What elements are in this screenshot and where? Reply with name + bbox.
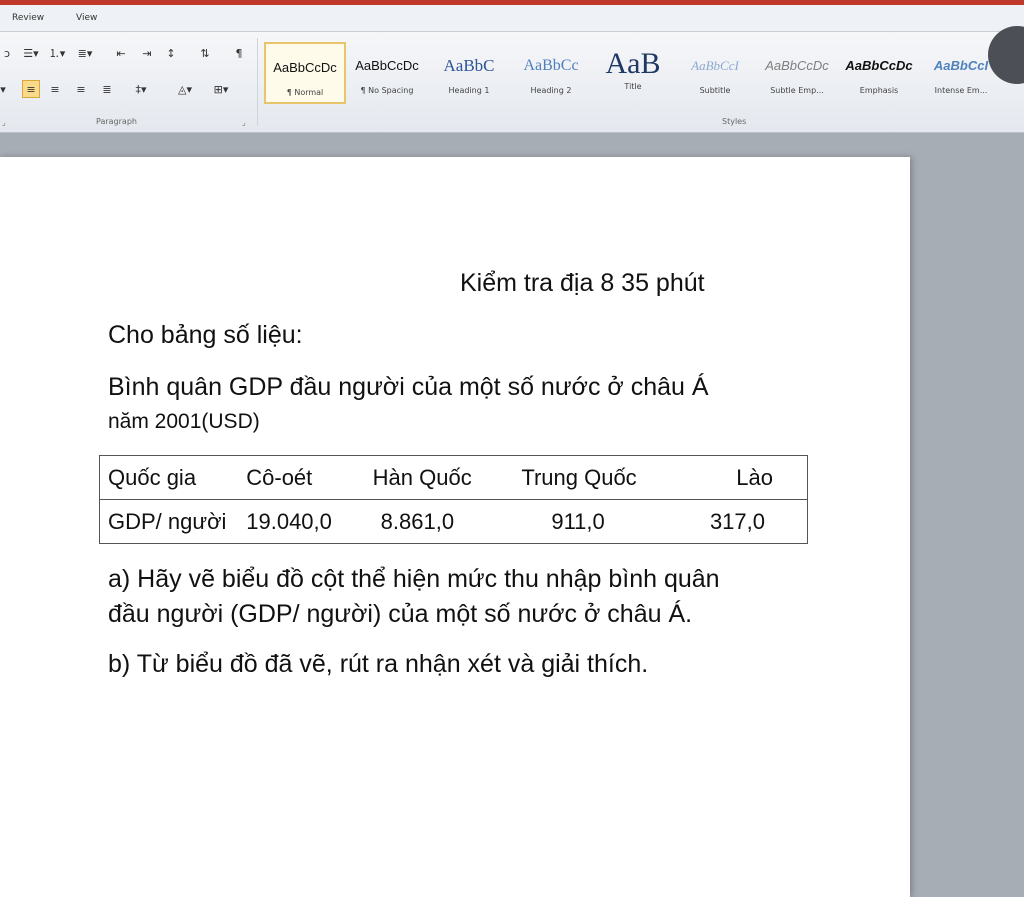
- style-emphasis[interactable]: AaBbCcDc Emphasis: [838, 42, 920, 104]
- table-cell: Trung Quốc: [521, 455, 710, 500]
- shading-icon[interactable]: ◬▾: [176, 80, 194, 98]
- show-marks-icon[interactable]: ¶: [230, 44, 248, 62]
- table-header-row: Quốc gia Cô-oét Hàn Quốc Trung Quốc Lào: [99, 455, 808, 500]
- styles-group-label: Styles: [722, 117, 747, 126]
- style-heading-1[interactable]: AaBbC Heading 1: [428, 42, 510, 104]
- style-normal[interactable]: AaBbCcDc ¶ Normal: [264, 42, 346, 104]
- justify-icon[interactable]: ≣: [98, 80, 116, 98]
- table-cell: Lào: [709, 455, 808, 500]
- question-a-line1: a) Hãy vẽ biểu đồ cột thể hiện mức thu n…: [108, 565, 720, 593]
- tab-view[interactable]: View: [76, 13, 97, 23]
- document-heading: Kiểm tra địa 8 35 phút: [460, 269, 705, 297]
- style-subtle-emphasis[interactable]: AaBbCcDc Subtle Emp...: [756, 42, 838, 104]
- table-cell: 8.861,0: [372, 499, 522, 544]
- table-cell: 19.040,0: [246, 499, 373, 544]
- dropdown-icon[interactable]: ▾: [0, 80, 12, 98]
- group-divider: [257, 38, 258, 126]
- question-a-line2: đầu người (GDP/ người) của một số nước ở…: [108, 600, 693, 628]
- decrease-indent-icon[interactable]: ⇤: [112, 44, 130, 62]
- table-cell: Cô-oét: [246, 455, 373, 500]
- sort-az-icon[interactable]: ⇅: [196, 44, 214, 62]
- sort-icon[interactable]: ↕: [162, 44, 180, 62]
- document-page[interactable]: Kiểm tra địa 8 35 phút Cho bảng số liệu:…: [0, 157, 910, 897]
- table-cell: Quốc gia: [99, 455, 247, 500]
- align-center-icon[interactable]: ≡: [46, 80, 64, 98]
- table-cell: 317,0: [709, 499, 808, 544]
- style-no-spacing[interactable]: AaBbCcDc ¶ No Spacing: [346, 42, 428, 104]
- paragraph-group: ͻ ☰▾ ⒈▾ ≣▾ ⇤ ⇥ ↕ ⇅ ¶ ▾ ≡ ≡ ≡ ≣ ‡▾ ◬▾ ⊞▾ …: [0, 32, 255, 132]
- table-row: GDP/ người 19.040,0 8.861,0 911,0 317,0: [99, 499, 808, 544]
- ribbon-tabs: Review View: [0, 5, 1024, 32]
- multilevel-list-icon[interactable]: ≣▾: [76, 44, 94, 62]
- align-left-icon[interactable]: ≡: [22, 80, 40, 98]
- gdp-table: Quốc gia Cô-oét Hàn Quốc Trung Quốc Lào …: [99, 455, 808, 544]
- paragraph-group-label: Paragraph: [96, 117, 137, 126]
- style-subtitle[interactable]: AaBbCcI Subtitle: [674, 42, 756, 104]
- font-dialog-launcher-icon[interactable]: ⌟: [2, 118, 6, 127]
- intro-text: Cho bảng số liệu:: [108, 321, 303, 349]
- table-caption-line2: năm 2001(USD): [108, 410, 260, 433]
- align-right-icon[interactable]: ≡: [72, 80, 90, 98]
- table-cell: Hàn Quốc: [372, 455, 522, 500]
- numbering-icon[interactable]: ⒈▾: [48, 44, 66, 62]
- question-b: b) Từ biểu đồ đã vẽ, rút ra nhận xét và …: [108, 650, 649, 678]
- table-cell: 911,0: [521, 499, 710, 544]
- style-title[interactable]: AaB Title: [592, 42, 674, 104]
- tab-review[interactable]: Review: [12, 13, 44, 23]
- question-a: a) Hãy vẽ biểu đồ cột thể hiện mức thu n…: [108, 562, 720, 632]
- bullets-icon[interactable]: ☰▾: [22, 44, 40, 62]
- paragraph-dialog-launcher-icon[interactable]: ⌟: [242, 118, 246, 127]
- border-partial-icon[interactable]: ͻ: [0, 44, 16, 62]
- line-spacing-icon[interactable]: ‡▾: [132, 80, 150, 98]
- increase-indent-icon[interactable]: ⇥: [138, 44, 156, 62]
- borders-icon[interactable]: ⊞▾: [212, 80, 230, 98]
- table-cell: GDP/ người: [99, 499, 247, 544]
- ribbon: ͻ ☰▾ ⒈▾ ≣▾ ⇤ ⇥ ↕ ⇅ ¶ ▾ ≡ ≡ ≡ ≣ ‡▾ ◬▾ ⊞▾ …: [0, 26, 1024, 133]
- table-caption-line1: Bình quân GDP đầu người của một số nước …: [108, 373, 709, 401]
- style-heading-2[interactable]: AaBbCc Heading 2: [510, 42, 592, 104]
